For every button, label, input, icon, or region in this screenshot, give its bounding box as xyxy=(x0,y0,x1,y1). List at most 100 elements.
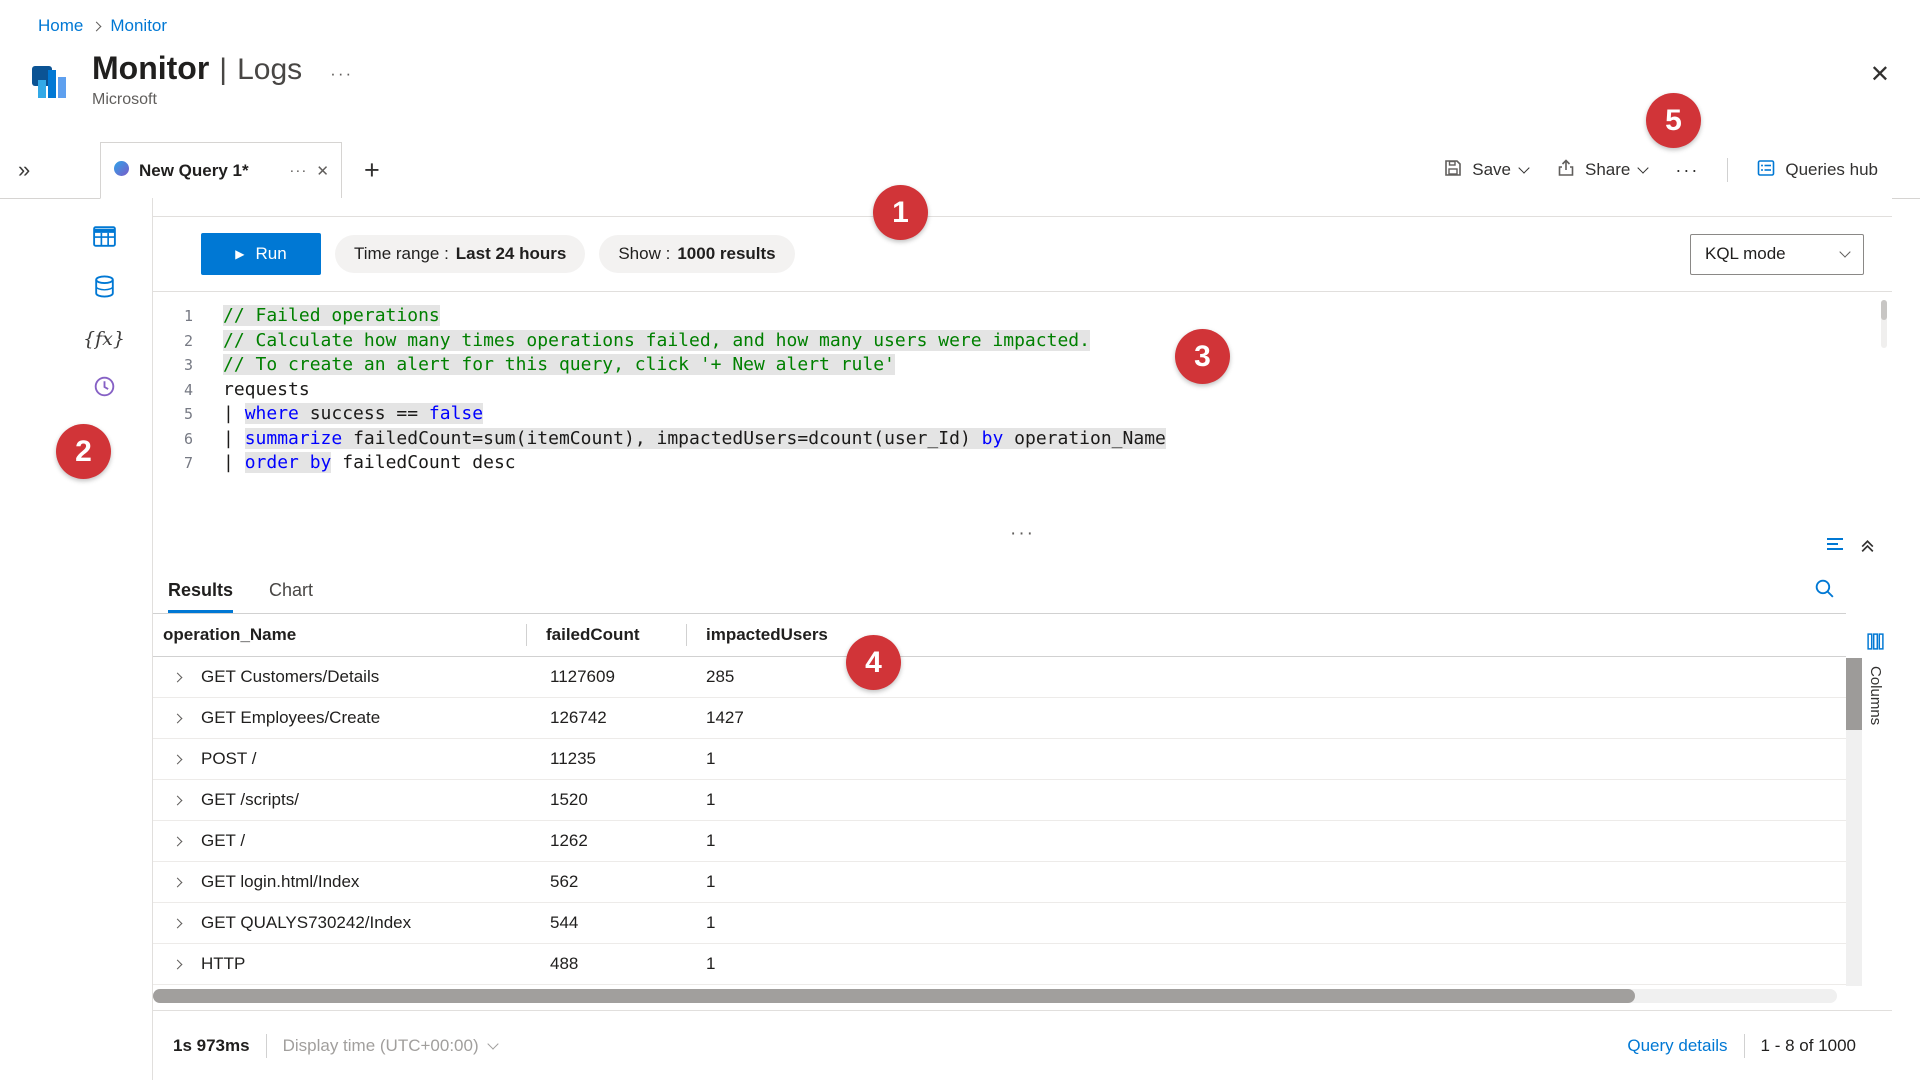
code-line[interactable]: | summarize failedCount=sum(itemCount), … xyxy=(223,427,1166,452)
new-tab-button[interactable]: + xyxy=(342,142,402,198)
editor-footer-icons xyxy=(1825,536,1892,554)
kql-mode-select[interactable]: KQL mode xyxy=(1690,234,1864,275)
code-lines: // Failed operations // Calculate how man… xyxy=(223,304,1166,523)
cell-operation-name: HTTP xyxy=(201,954,526,974)
result-range: 1 - 8 of 1000 xyxy=(1761,1036,1856,1056)
code-line[interactable]: | order by failedCount desc xyxy=(223,451,1166,476)
table-row[interactable]: GET Employees/Create1267421427 xyxy=(153,698,1846,739)
row-expand-button[interactable] xyxy=(153,920,201,927)
cell-impacted-users: 1 xyxy=(686,831,1846,851)
close-button[interactable]: ✕ xyxy=(1870,60,1890,89)
row-expand-button[interactable] xyxy=(153,879,201,886)
vertical-scrollbar[interactable] xyxy=(1846,658,1862,986)
divider xyxy=(1744,1034,1745,1058)
table-row[interactable]: GET Customers/Details1127609285 xyxy=(153,657,1846,698)
cell-operation-name: POST / xyxy=(201,749,526,769)
horizontal-scrollbar[interactable] xyxy=(153,989,1837,1003)
cell-failed-count: 11235 xyxy=(526,749,686,769)
chevron-down-icon xyxy=(487,1038,498,1049)
display-time-select[interactable]: Display time (UTC+00:00) xyxy=(283,1036,497,1056)
page-title-section: Logs xyxy=(237,53,302,87)
row-expand-button[interactable] xyxy=(153,715,201,722)
columns-rail-button[interactable]: Columns xyxy=(1866,632,1885,725)
code-line[interactable]: requests xyxy=(223,378,1166,403)
tab-results[interactable]: Results xyxy=(168,567,233,613)
column-header-failed-count[interactable]: failedCount xyxy=(526,625,686,645)
title-separator: | xyxy=(219,53,227,87)
code-line[interactable]: | where success == false xyxy=(223,402,1166,427)
run-button[interactable]: ▶ Run xyxy=(201,233,321,275)
callout-badge-1: 1 xyxy=(873,185,928,240)
status-left: 1s 973ms Display time (UTC+00:00) xyxy=(173,1034,497,1058)
header-more-button[interactable]: ··· xyxy=(330,64,353,84)
code-line[interactable]: // To create an alert for this query, cl… xyxy=(223,353,1166,378)
query-panel: ▶ Run Time range : Last 24 hours Show : … xyxy=(152,198,1892,1080)
page-title: Monitor xyxy=(92,50,209,87)
query-history-button[interactable] xyxy=(87,372,121,406)
breadcrumb-item[interactable]: Monitor xyxy=(110,16,167,36)
table-row[interactable]: GET QUALYS730242/Index5441 xyxy=(153,903,1846,944)
time-range-picker[interactable]: Time range : Last 24 hours xyxy=(335,235,585,273)
query-details-link[interactable]: Query details xyxy=(1627,1036,1727,1056)
query-tab-icon xyxy=(113,160,130,182)
share-button[interactable]: Share xyxy=(1556,158,1647,183)
queries-hub-icon xyxy=(1756,158,1776,183)
editor-scrollbar[interactable] xyxy=(1881,300,1887,348)
cell-failed-count: 126742 xyxy=(526,708,686,728)
line-number: 6 xyxy=(153,427,193,452)
column-header-operation-name[interactable]: operation_Name xyxy=(153,625,526,645)
more-actions-button[interactable]: ··· xyxy=(1675,160,1699,181)
resize-handle[interactable]: ··· xyxy=(1010,523,1035,545)
queries-hub-label: Queries hub xyxy=(1785,160,1878,180)
tables-pane-button[interactable] xyxy=(87,222,121,256)
tab-close-button[interactable]: ✕ xyxy=(316,162,329,180)
cell-failed-count: 544 xyxy=(526,913,686,933)
table-row[interactable]: GET /12621 xyxy=(153,821,1846,862)
time-range-label: Time range : xyxy=(354,244,449,264)
code-segment: // Calculate how many times operations f… xyxy=(223,330,1090,351)
row-expand-button[interactable] xyxy=(153,797,201,804)
horizontal-scrollbar-thumb[interactable] xyxy=(153,989,1635,1003)
line-number: 3 xyxy=(153,353,193,378)
table-row[interactable]: GET login.html/Index5621 xyxy=(153,862,1846,903)
row-expand-button[interactable] xyxy=(153,961,201,968)
row-expand-button[interactable] xyxy=(153,838,201,845)
code-segment: false xyxy=(429,403,483,424)
page-header: Monitor | Logs ··· Microsoft ✕ xyxy=(30,50,1890,128)
show-results-picker[interactable]: Show : 1000 results xyxy=(599,235,794,273)
divider xyxy=(1727,158,1728,182)
row-expand-button[interactable] xyxy=(153,674,201,681)
show-value: 1000 results xyxy=(677,244,775,264)
line-number: 7 xyxy=(153,451,193,476)
expand-sidebar-button[interactable]: » xyxy=(0,142,100,198)
cell-impacted-users: 1427 xyxy=(686,708,1846,728)
code-line[interactable]: // Calculate how many times operations f… xyxy=(223,329,1166,354)
cell-impacted-users: 1 xyxy=(686,872,1846,892)
line-number: 4 xyxy=(153,378,193,403)
code-segment: // Failed operations xyxy=(223,305,440,326)
search-icon[interactable] xyxy=(1813,577,1836,605)
row-expand-button[interactable] xyxy=(153,756,201,763)
breadcrumb-item[interactable]: Home xyxy=(38,16,83,36)
table-row[interactable]: GET /scripts/15201 xyxy=(153,780,1846,821)
tab-more-button[interactable]: ··· xyxy=(289,162,307,179)
collapse-editor-icon[interactable] xyxy=(1859,537,1876,554)
save-button[interactable]: Save xyxy=(1443,158,1528,183)
tab-chart[interactable]: Chart xyxy=(269,567,313,613)
cell-operation-name: GET Customers/Details xyxy=(201,667,526,687)
queries-hub-button[interactable]: Queries hub xyxy=(1756,158,1878,183)
format-lines-icon[interactable] xyxy=(1825,536,1845,554)
cell-operation-name: GET /scripts/ xyxy=(201,790,526,810)
table-row[interactable]: HTTP4881 xyxy=(153,944,1846,985)
vertical-scrollbar-thumb[interactable] xyxy=(1846,658,1862,730)
tab-new-query[interactable]: New Query 1* ··· ✕ xyxy=(100,142,342,199)
table-row[interactable]: POST /112351 xyxy=(153,739,1846,780)
code-editor[interactable]: 1234567 // Failed operations// Calculate… xyxy=(153,291,1892,523)
chevron-right-icon xyxy=(172,754,182,764)
save-label: Save xyxy=(1472,160,1511,180)
code-line[interactable]: // Failed operations xyxy=(223,304,1166,329)
functions-pane-button[interactable]: {fx} xyxy=(87,322,121,356)
queries-pane-button[interactable] xyxy=(87,272,121,306)
code-segment: failedCount desc xyxy=(331,452,515,473)
table-header: operation_Name failedCount impactedUsers xyxy=(153,613,1846,657)
